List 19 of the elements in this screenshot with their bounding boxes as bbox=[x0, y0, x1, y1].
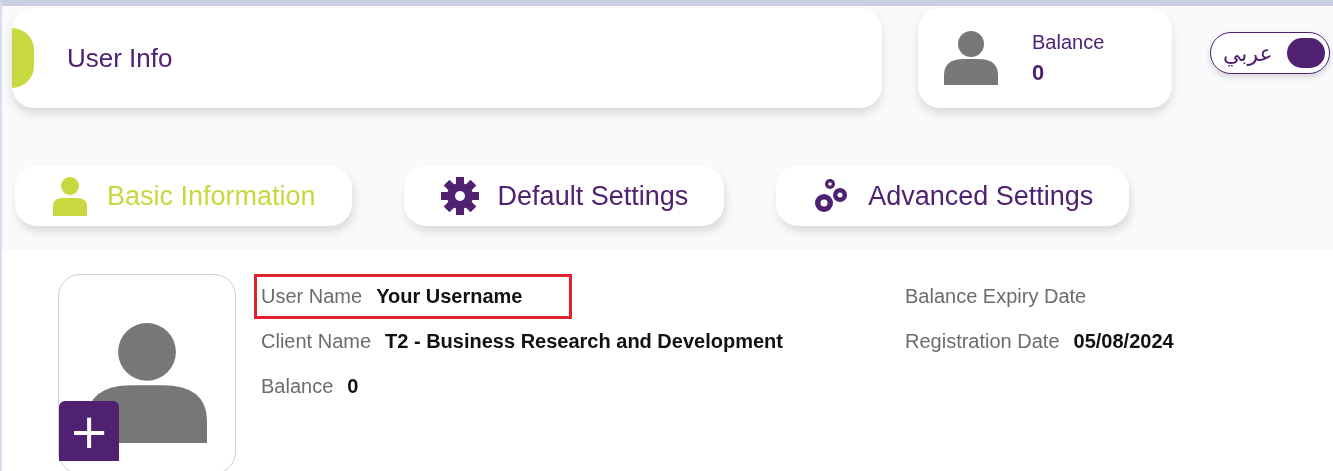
field-label: Balance bbox=[261, 375, 334, 398]
field-label: Balance Expiry Date bbox=[905, 285, 1087, 308]
field-label: User Name bbox=[261, 285, 363, 308]
balance-label: Balance bbox=[1032, 30, 1105, 54]
field-value: Your Username bbox=[376, 285, 523, 308]
field-value: 0 bbox=[347, 375, 359, 398]
add-photo-button[interactable]: + bbox=[59, 401, 119, 461]
tab[interactable]: Advanced Settings bbox=[776, 166, 1130, 226]
page-title: User Info bbox=[67, 42, 173, 74]
language-toggle[interactable]: عربي bbox=[1210, 32, 1330, 74]
gear-icon bbox=[439, 176, 480, 216]
field-value: T2 - Business Research and Development bbox=[385, 330, 783, 353]
user-icon bbox=[51, 176, 89, 216]
balance-value: 0 bbox=[1032, 59, 1046, 86]
field-label: Registration Date bbox=[905, 330, 1060, 353]
tab[interactable]: Default Settings bbox=[403, 166, 725, 226]
field-label: Client Name bbox=[261, 330, 372, 353]
user-icon bbox=[944, 31, 998, 85]
field-value: 05/08/2024 bbox=[1073, 330, 1174, 353]
